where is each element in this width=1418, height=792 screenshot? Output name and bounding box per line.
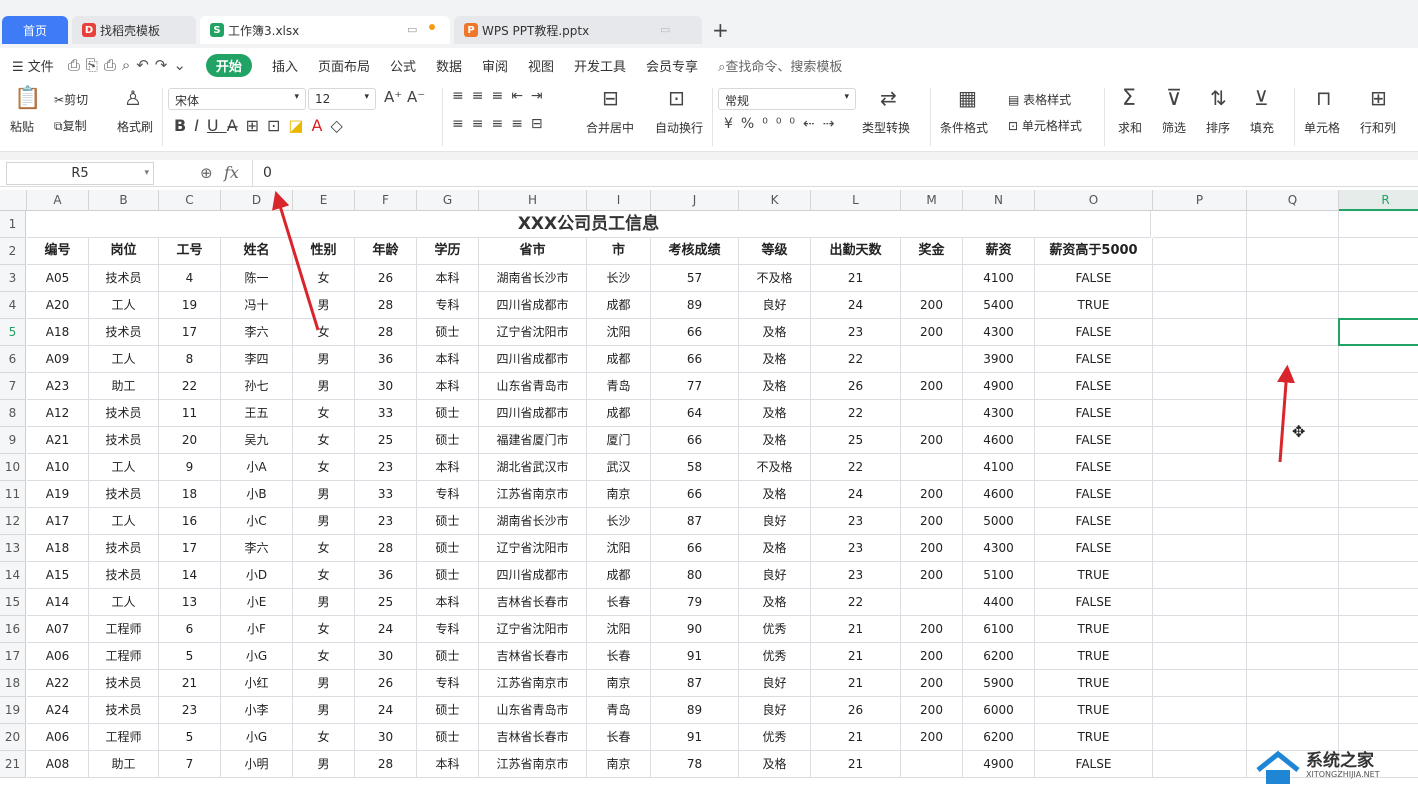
annotation-arrows: ✥ [272,190,1305,463]
watermark-url: XITONGZHIJIA.NET [1306,770,1380,779]
house-logo-icon [1256,750,1300,784]
watermark-logo: 系统之家 XITONGZHIJIA.NET [1256,742,1416,790]
cursor-icon: ✥ [1292,422,1305,441]
arrow-to-cell [1277,364,1296,463]
arrow-to-formula [272,190,320,331]
watermark-name: 系统之家 [1306,751,1374,771]
